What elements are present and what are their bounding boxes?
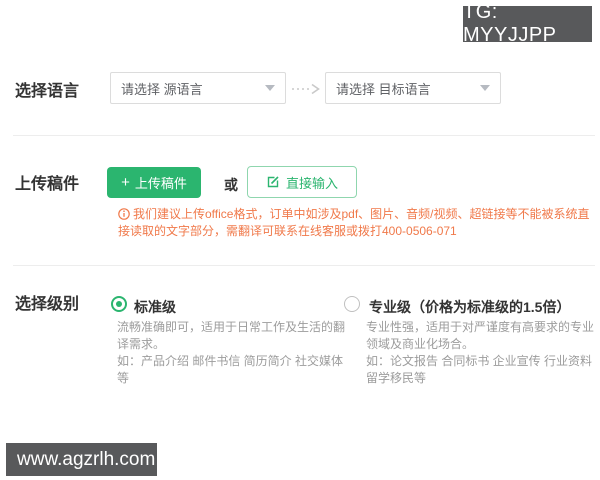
upload-section-label: 上传稿件 (15, 176, 80, 193)
chevron-down-icon (265, 85, 275, 91)
site-watermark-badge: www.agzrlh.com (6, 443, 157, 476)
target-language-placeholder: 请选择 目标语言 (336, 81, 431, 97)
site-watermark-text: www.agzrlh.com (17, 448, 156, 470)
radio-professional-level[interactable] (344, 296, 360, 312)
plus-icon: + (121, 174, 130, 191)
upload-file-button[interactable]: + 上传稿件 (107, 167, 201, 198)
translation-order-form: TG: MYYJJPP 选择语言 请选择 源语言 请选择 目标语言 上传稿件 +… (0, 0, 600, 480)
direct-input-button-label: 直接输入 (285, 175, 338, 191)
professional-level-desc-text: 专业性强，适用于对严谨度有高要求的专业领域及商业化场合。 (366, 320, 595, 351)
upload-file-button-label: 上传稿件 (134, 176, 187, 191)
target-language-select[interactable]: 请选择 目标语言 (325, 72, 501, 104)
arrow-right-icon (291, 82, 321, 100)
divider (13, 135, 595, 136)
edit-icon (266, 175, 280, 189)
tg-watermark-badge: TG: MYYJJPP (463, 1, 592, 46)
radio-standard-level[interactable] (111, 296, 127, 312)
divider (13, 265, 595, 266)
info-icon (118, 207, 133, 221)
upload-notice: 我们建议上传office格式，订单中如涉及pdf、图片、音频/视频、超链接等不能… (118, 206, 596, 240)
standard-level-description: 流畅准确即可，适用于日常工作及生活的翻译需求。 如：产品介绍 邮件书信 简历简介… (117, 319, 349, 387)
tg-watermark-text: TG: MYYJJPP (463, 1, 557, 46)
chevron-down-icon (480, 85, 490, 91)
professional-level-description: 专业性强，适用于对严谨度有高要求的专业领域及商业化场合。 如：论文报告 合同标书… (366, 319, 598, 387)
standard-level-desc-text: 流畅准确即可，适用于日常工作及生活的翻译需求。 (117, 320, 346, 351)
professional-level-label[interactable]: 专业级（价格为标准级的1.5倍） (369, 297, 570, 317)
level-section-label: 选择级别 (15, 296, 80, 313)
or-text: 或 (224, 177, 238, 193)
professional-level-examples: 如：论文报告 合同标书 企业宣传 行业资料 留学移民等 (366, 354, 593, 385)
source-language-placeholder: 请选择 源语言 (121, 81, 203, 97)
direct-input-button[interactable]: 直接输入 (247, 166, 357, 198)
source-language-select[interactable]: 请选择 源语言 (110, 72, 286, 104)
standard-level-label[interactable]: 标准级 (134, 297, 176, 317)
standard-level-examples: 如：产品介绍 邮件书信 简历简介 社交媒体 等 (117, 354, 344, 385)
language-section-label: 选择语言 (15, 83, 80, 100)
upload-notice-text: 我们建议上传office格式，订单中如涉及pdf、图片、音频/视频、超链接等不能… (118, 207, 590, 238)
